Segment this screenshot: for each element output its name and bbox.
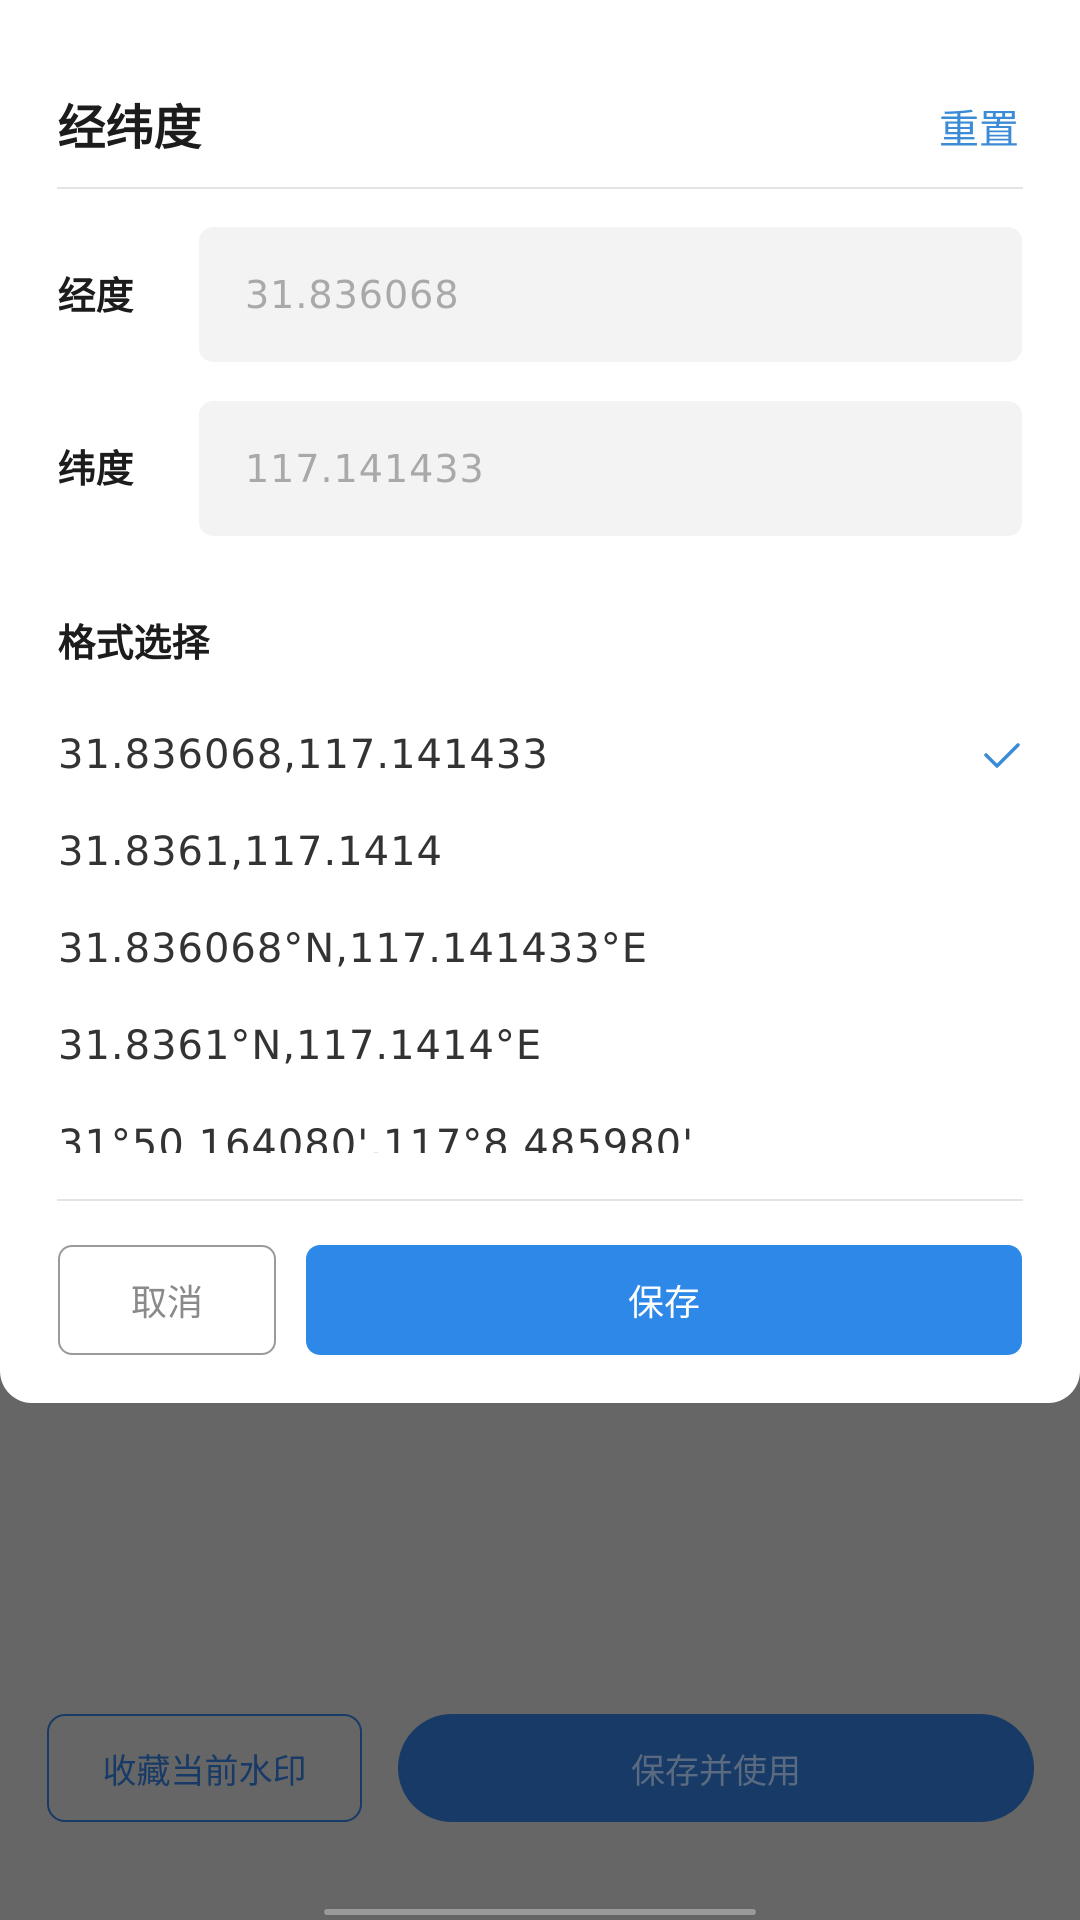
longitude-label: 经度	[58, 274, 135, 318]
checkmark-icon	[984, 743, 1020, 768]
reset-button[interactable]: 重置	[939, 100, 1019, 160]
format-option-label: 31.836068,117.141433	[58, 732, 549, 778]
format-option[interactable]: 31.8361,117.1414	[58, 812, 1022, 892]
format-option-label: 31.8361,117.1414	[58, 829, 443, 875]
format-option[interactable]: 31.836068°N,117.141433°E	[58, 909, 1022, 989]
longitude-value: 31.836068	[245, 272, 460, 317]
save-button[interactable]: 保存	[306, 1245, 1022, 1355]
latitude-label: 纬度	[58, 447, 135, 491]
save-and-use-button[interactable]: 保存并使用	[398, 1714, 1034, 1822]
latitude-input[interactable]: 117.141433	[199, 401, 1022, 536]
format-list[interactable]: 31.836068,117.141433 31.8361,117.1414 31…	[0, 715, 1080, 1153]
format-option[interactable]: 31.836068,117.141433	[58, 715, 1022, 795]
format-option[interactable]: 31.8361°N,117.1414°E	[58, 1006, 1022, 1086]
format-section-title: 格式选择	[58, 621, 211, 665]
format-option-label: 31°50.164080',117°8.485980'	[58, 1122, 695, 1153]
latitude-value: 117.141433	[245, 446, 485, 491]
format-option[interactable]: 31°50.164080',117°8.485980'	[58, 1105, 1022, 1153]
dialog-title: 经纬度	[58, 100, 203, 156]
format-option-label: 31.836068°N,117.141433°E	[58, 926, 648, 972]
format-option-label: 31.8361°N,117.1414°E	[58, 1023, 543, 1069]
longitude-input[interactable]: 31.836068	[199, 227, 1022, 362]
home-indicator	[324, 1909, 756, 1915]
favorite-watermark-button[interactable]: 收藏当前水印	[47, 1714, 362, 1822]
footer-divider	[57, 1199, 1023, 1201]
coordinates-dialog: 经纬度 重置 经度 31.836068 纬度 117.141433 格式选择 3…	[0, 0, 1080, 1403]
header-divider	[57, 187, 1023, 189]
cancel-button[interactable]: 取消	[58, 1245, 276, 1355]
